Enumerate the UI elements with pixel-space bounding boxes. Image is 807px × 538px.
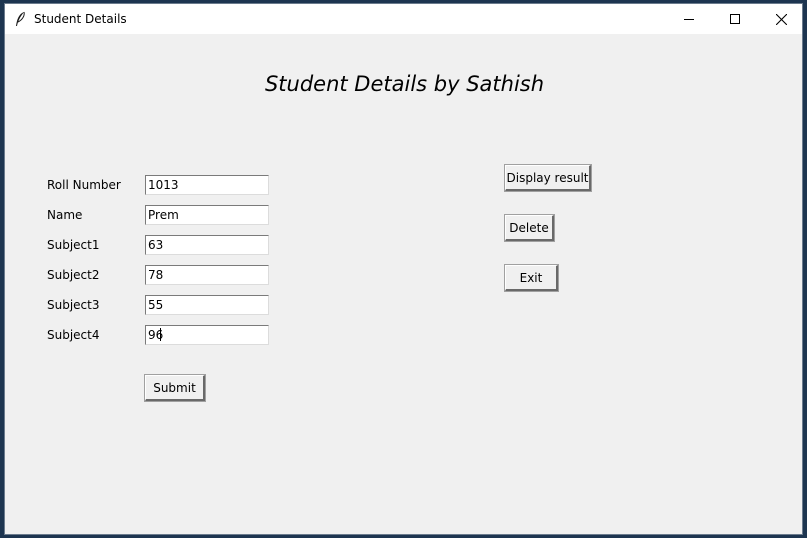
maximize-button[interactable] xyxy=(712,4,758,34)
subject2-value: 78 xyxy=(148,268,164,282)
name-input[interactable]: Prem xyxy=(145,205,269,225)
app-window: Student Details Student Details by Sathi… xyxy=(4,3,803,535)
title-bar[interactable]: Student Details xyxy=(5,4,802,34)
subject4-input[interactable]: 96 xyxy=(145,325,269,345)
minimize-icon xyxy=(684,19,694,20)
text-cursor xyxy=(160,328,162,341)
close-button[interactable] xyxy=(758,4,804,34)
name-label: Name xyxy=(47,208,83,222)
subject1-value: 63 xyxy=(148,238,164,252)
roll-number-label: Roll Number xyxy=(47,178,121,192)
maximize-icon xyxy=(730,14,740,24)
roll-number-input[interactable]: 1013 xyxy=(145,175,269,195)
subject3-label: Subject3 xyxy=(47,298,100,312)
window-title: Student Details xyxy=(34,12,127,26)
display-result-button[interactable]: Display result xyxy=(504,164,592,192)
subject1-input[interactable]: 63 xyxy=(145,235,269,255)
exit-button[interactable]: Exit xyxy=(504,264,559,292)
subject4-label: Subject4 xyxy=(47,328,100,342)
feather-icon xyxy=(14,11,26,27)
roll-number-value: 1013 xyxy=(148,178,179,192)
subject2-label: Subject2 xyxy=(47,268,100,282)
subject1-label: Subject1 xyxy=(47,238,100,252)
minimize-button[interactable] xyxy=(666,4,712,34)
name-value: Prem xyxy=(148,208,179,222)
page-title: Student Details by Sathish xyxy=(264,72,545,96)
delete-button[interactable]: Delete xyxy=(504,214,555,242)
subject3-input[interactable]: 55 xyxy=(145,295,269,315)
close-icon xyxy=(775,13,787,25)
subject2-input[interactable]: 78 xyxy=(145,265,269,285)
submit-button[interactable]: Submit xyxy=(144,374,206,402)
subject3-value: 55 xyxy=(148,298,164,312)
